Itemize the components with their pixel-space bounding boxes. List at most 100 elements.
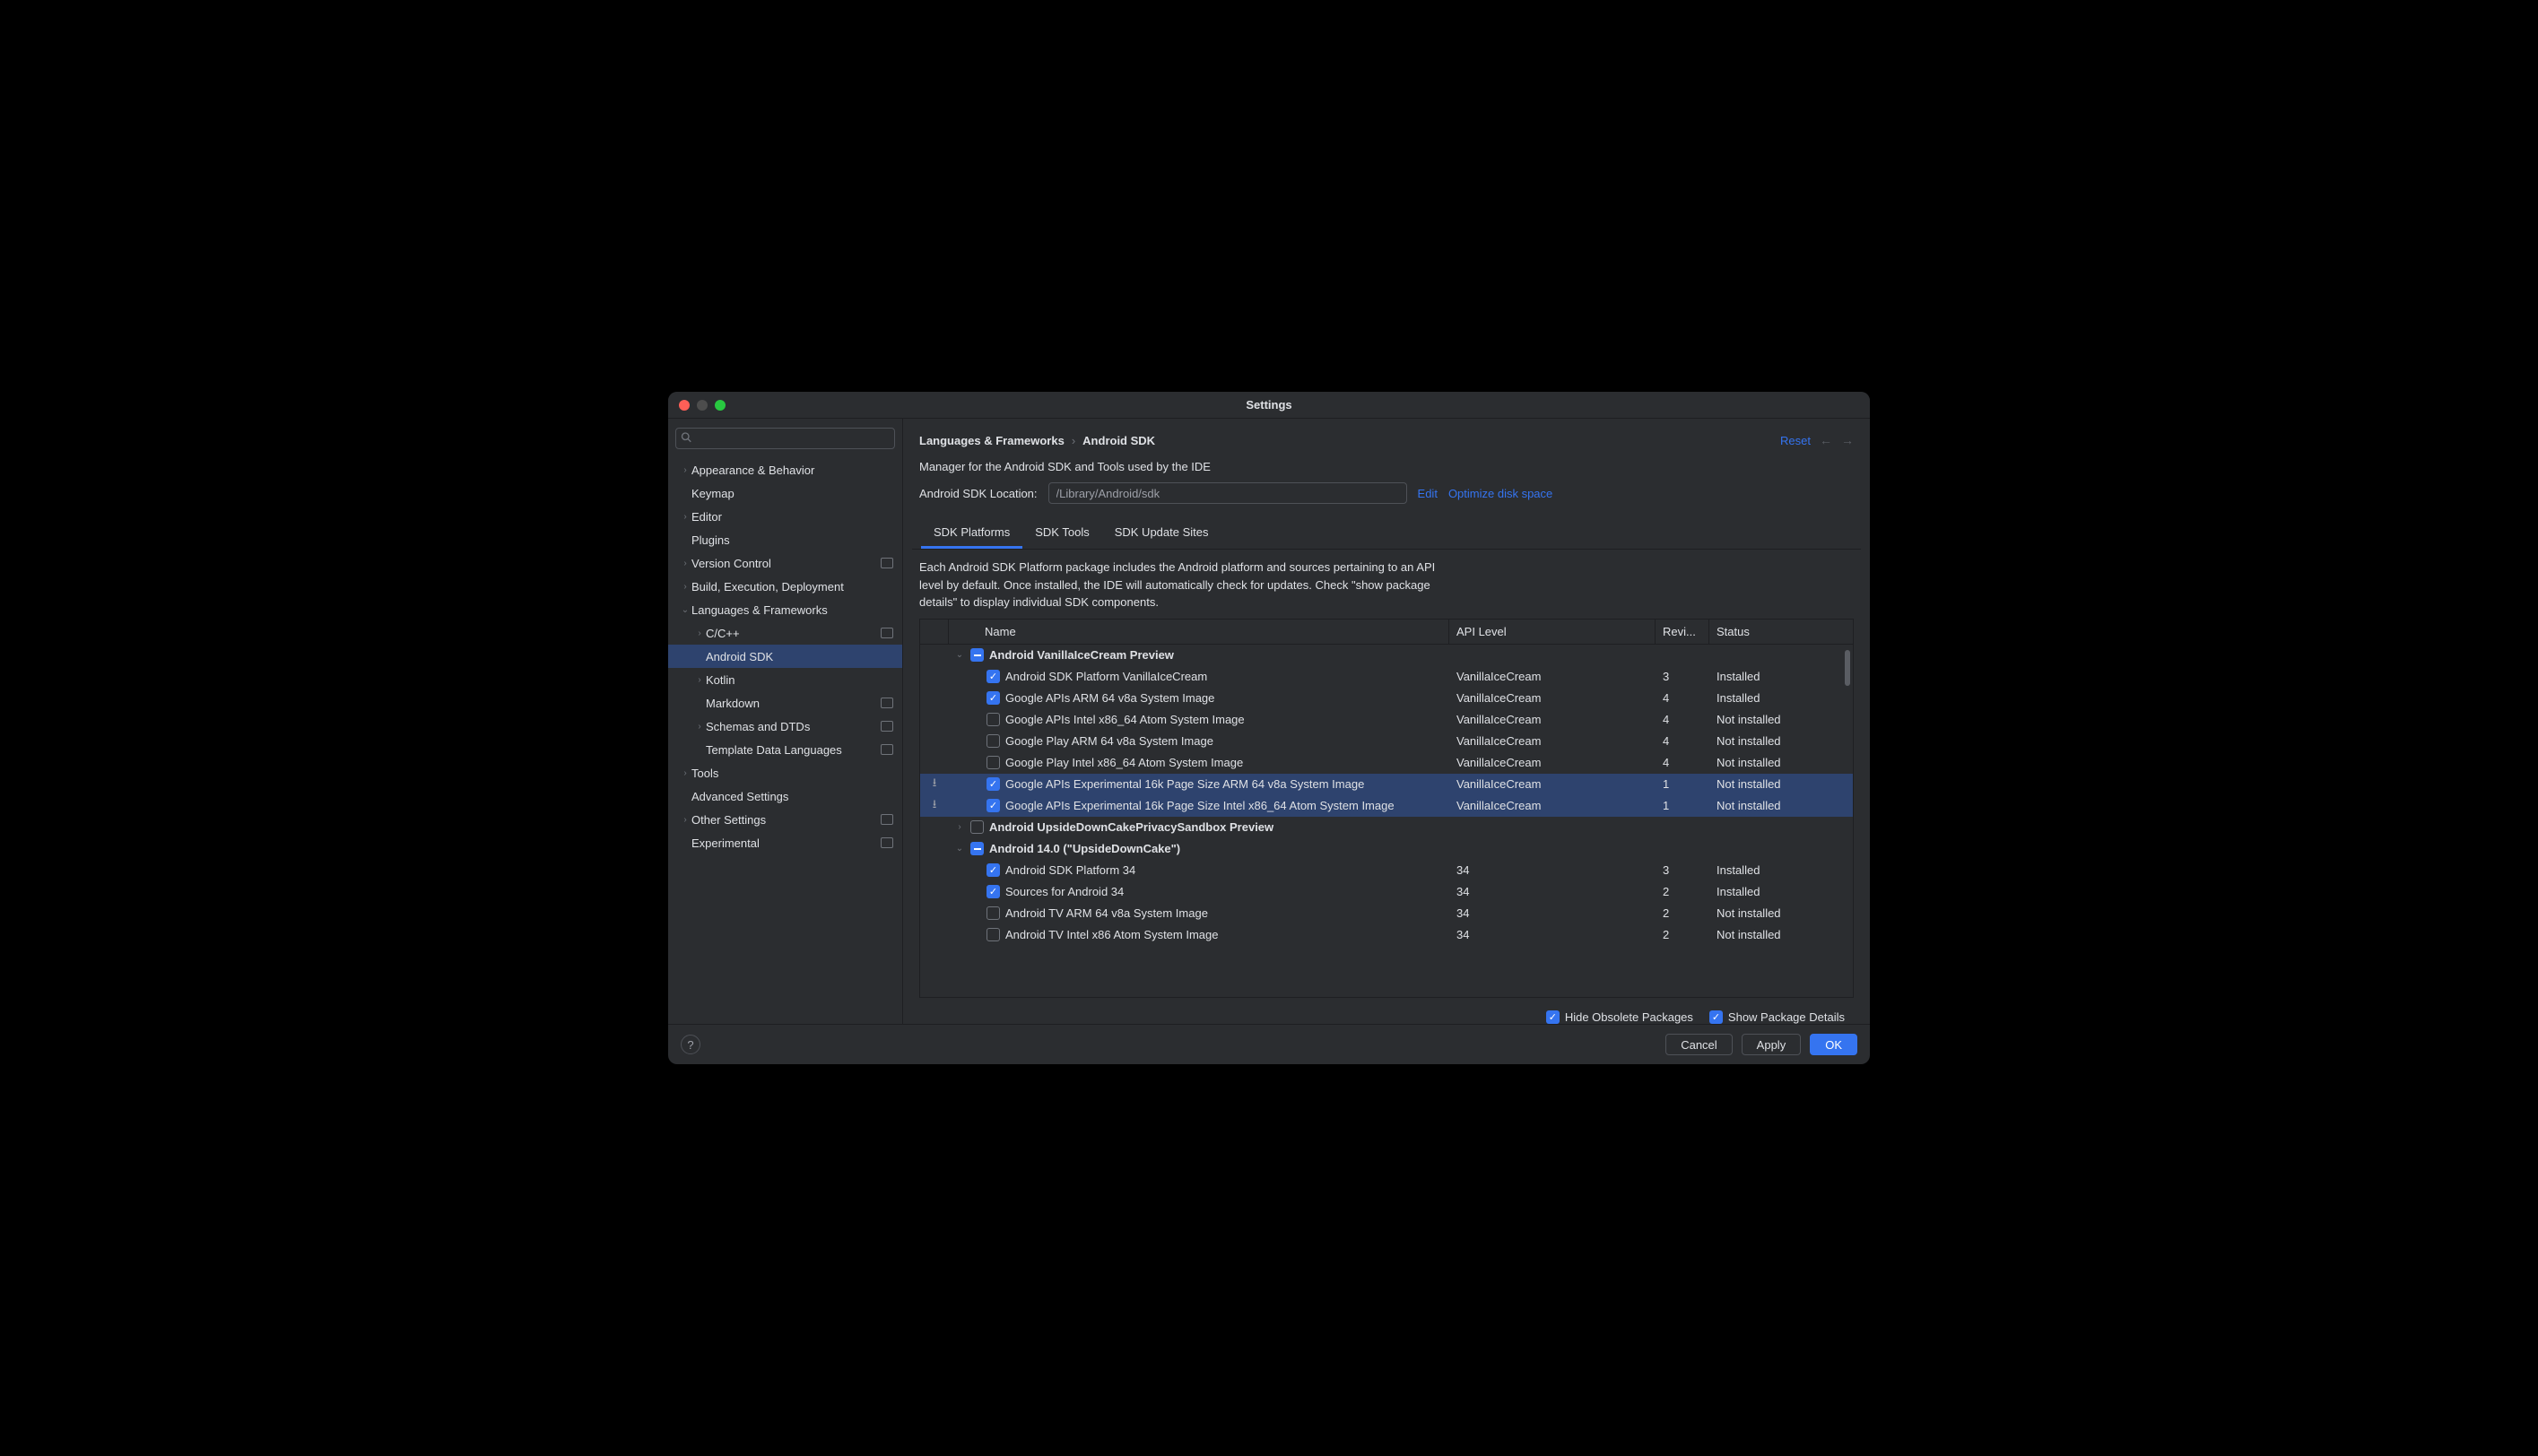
row-checkbox[interactable]: [987, 928, 1000, 941]
row-api-level: VanillaIceCream: [1449, 777, 1656, 791]
tree-item[interactable]: Plugins: [668, 528, 902, 551]
col-revision[interactable]: Revi...: [1656, 620, 1709, 644]
table-row[interactable]: ⭳✓Google APIs Experimental 16k Page Size…: [920, 774, 1853, 795]
nav-forward-icon[interactable]: →: [1841, 433, 1854, 447]
col-api-level[interactable]: API Level: [1449, 620, 1656, 644]
expand-icon[interactable]: ›: [954, 822, 965, 832]
footer: ? Cancel Apply OK: [668, 1024, 1870, 1064]
breadcrumb-separator: ›: [1072, 434, 1075, 447]
tree-item-label: Markdown: [706, 697, 881, 710]
optimize-disk-link[interactable]: Optimize disk space: [1448, 487, 1552, 500]
chevron-icon: ›: [679, 512, 691, 522]
show-details-checkbox[interactable]: ✓: [1709, 1010, 1723, 1024]
scrollbar-thumb[interactable]: [1845, 650, 1850, 686]
row-checkbox[interactable]: ✓: [987, 691, 1000, 705]
reset-link[interactable]: Reset: [1780, 434, 1811, 447]
titlebar: Settings: [668, 392, 1870, 419]
row-name-cell: Google Play Intel x86_64 Atom System Ima…: [949, 756, 1449, 769]
table-row[interactable]: Google Play Intel x86_64 Atom System Ima…: [920, 752, 1853, 774]
tree-item[interactable]: ›Build, Execution, Deployment: [668, 575, 902, 598]
tree-item[interactable]: ›Version Control: [668, 551, 902, 575]
table-row[interactable]: Android TV Intel x86 Atom System Image34…: [920, 924, 1853, 946]
row-checkbox[interactable]: [970, 820, 984, 834]
row-revision: 3: [1656, 670, 1709, 683]
table-row[interactable]: ✓Sources for Android 34342Installed: [920, 881, 1853, 903]
table-row[interactable]: Android TV ARM 64 v8a System Image342Not…: [920, 903, 1853, 924]
tree-item[interactable]: ⌄Languages & Frameworks: [668, 598, 902, 621]
download-icon: ⭳: [933, 775, 937, 794]
tree-item[interactable]: Android SDK: [668, 645, 902, 668]
col-name[interactable]: Name: [949, 620, 1449, 644]
row-label: Android TV ARM 64 v8a System Image: [1005, 906, 1208, 920]
tab[interactable]: SDK Tools: [1022, 518, 1101, 549]
show-details-label: Show Package Details: [1728, 1010, 1845, 1024]
hide-obsolete-option[interactable]: ✓ Hide Obsolete Packages: [1546, 1010, 1693, 1024]
row-checkbox[interactable]: [987, 756, 1000, 769]
tree-item-label: Build, Execution, Deployment: [691, 580, 893, 594]
table-row[interactable]: ✓Android SDK Platform 34343Installed: [920, 860, 1853, 881]
hide-obsolete-checkbox[interactable]: ✓: [1546, 1010, 1560, 1024]
table-row[interactable]: ✓Google APIs ARM 64 v8a System ImageVani…: [920, 688, 1853, 709]
tree-item[interactable]: ›Other Settings: [668, 808, 902, 831]
table-group-row[interactable]: ⌄Android VanillaIceCream Preview: [920, 645, 1853, 666]
tree-item[interactable]: ›Tools: [668, 761, 902, 784]
row-checkbox[interactable]: ✓: [987, 777, 1000, 791]
tab[interactable]: SDK Platforms: [921, 518, 1022, 549]
chevron-icon: ›: [693, 722, 706, 732]
tree-item[interactable]: ›C/C++: [668, 621, 902, 645]
table-group-row[interactable]: ›Android UpsideDownCakePrivacySandbox Pr…: [920, 817, 1853, 838]
row-status: Not installed: [1709, 799, 1853, 812]
tree-item[interactable]: Advanced Settings: [668, 784, 902, 808]
row-checkbox[interactable]: [970, 842, 984, 855]
row-revision: 4: [1656, 756, 1709, 769]
tree-item[interactable]: Keymap: [668, 481, 902, 505]
tree-item[interactable]: Template Data Languages: [668, 738, 902, 761]
expand-icon[interactable]: ⌄: [954, 650, 965, 660]
edit-location-link[interactable]: Edit: [1418, 487, 1438, 500]
row-checkbox[interactable]: ✓: [987, 670, 1000, 683]
row-checkbox[interactable]: [987, 734, 1000, 748]
row-api-level: VanillaIceCream: [1449, 734, 1656, 748]
table-row[interactable]: ✓Android SDK Platform VanillaIceCreamVan…: [920, 666, 1853, 688]
tab[interactable]: SDK Update Sites: [1102, 518, 1221, 549]
tree-item[interactable]: ›Appearance & Behavior: [668, 458, 902, 481]
chevron-icon: ›: [679, 582, 691, 592]
breadcrumb-parent: Languages & Frameworks: [919, 434, 1065, 447]
tree-item[interactable]: Markdown: [668, 691, 902, 715]
row-checkbox[interactable]: ✓: [987, 799, 1000, 812]
chevron-icon: ›: [679, 559, 691, 568]
tree-item-label: Advanced Settings: [691, 790, 893, 803]
tree-item[interactable]: Experimental: [668, 831, 902, 854]
help-button[interactable]: ?: [681, 1035, 700, 1054]
tree-item-label: Keymap: [691, 487, 893, 500]
table-group-row[interactable]: ⌄Android 14.0 ("UpsideDownCake"): [920, 838, 1853, 860]
show-details-option[interactable]: ✓ Show Package Details: [1709, 1010, 1845, 1024]
breadcrumb: Languages & Frameworks › Android SDK: [919, 434, 1771, 447]
nav-back-icon[interactable]: ←: [1820, 433, 1832, 447]
row-api-level: 34: [1449, 863, 1656, 877]
table-row[interactable]: Google Play ARM 64 v8a System ImageVanil…: [920, 731, 1853, 752]
row-revision: 4: [1656, 713, 1709, 726]
row-name-cell: ✓Google APIs ARM 64 v8a System Image: [949, 691, 1449, 705]
expand-icon[interactable]: ⌄: [954, 844, 965, 854]
ok-button[interactable]: OK: [1810, 1034, 1857, 1055]
col-status[interactable]: Status: [1709, 620, 1853, 644]
tree-item-label: Kotlin: [706, 673, 893, 687]
sdk-location-input[interactable]: [1048, 482, 1407, 504]
row-checkbox[interactable]: [987, 906, 1000, 920]
table-row[interactable]: Google APIs Intel x86_64 Atom System Ima…: [920, 709, 1853, 731]
row-checkbox[interactable]: ✓: [987, 863, 1000, 877]
tree-item[interactable]: ›Editor: [668, 505, 902, 528]
cancel-button[interactable]: Cancel: [1665, 1034, 1732, 1055]
row-revision: 1: [1656, 777, 1709, 791]
row-checkbox[interactable]: [970, 648, 984, 662]
row-status: Not installed: [1709, 756, 1853, 769]
tree-item[interactable]: ›Kotlin: [668, 668, 902, 691]
row-api-level: VanillaIceCream: [1449, 799, 1656, 812]
table-row[interactable]: ⭳✓Google APIs Experimental 16k Page Size…: [920, 795, 1853, 817]
row-checkbox[interactable]: [987, 713, 1000, 726]
apply-button[interactable]: Apply: [1742, 1034, 1802, 1055]
row-checkbox[interactable]: ✓: [987, 885, 1000, 898]
search-input[interactable]: [675, 428, 895, 449]
tree-item[interactable]: ›Schemas and DTDs: [668, 715, 902, 738]
